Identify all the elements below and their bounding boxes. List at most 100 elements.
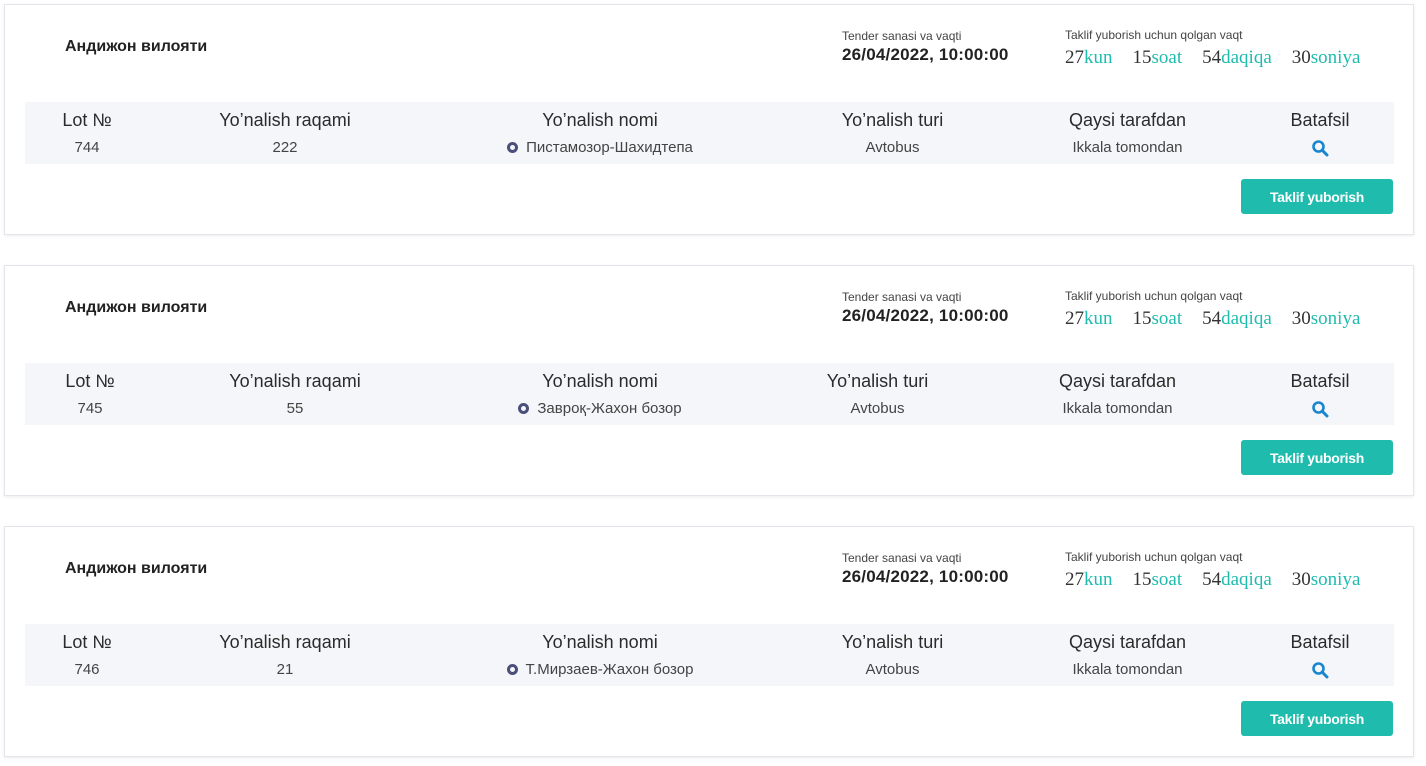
route-name: Пистамозор-Шахидтепа	[526, 139, 693, 156]
route-name: Завроқ-Жахон бозор	[537, 400, 682, 417]
countdown: 27kun 15soat 54daqiqa 30soniya	[1065, 47, 1360, 69]
lot-number: 745	[77, 400, 103, 417]
countdown-seconds: 30soniya	[1291, 47, 1361, 68]
header-lot: Lot №	[62, 110, 112, 130]
tender-date-value: 26/04/2022, 10:00:00	[842, 45, 1009, 64]
tender-date-label: Tender sanasi va vaqti	[842, 551, 962, 565]
countdown-days: 27kun	[1065, 308, 1113, 329]
ring-icon	[507, 142, 519, 153]
search-icon[interactable]	[1311, 139, 1329, 157]
countdown-block: Taklif yuborish uchun qolgan vaqt 27kun …	[1065, 550, 1360, 591]
column-details: Batafsil	[1265, 624, 1375, 686]
countdown-label: Taklif yuborish uchun qolgan vaqt	[1065, 28, 1243, 42]
details-cell	[1265, 661, 1375, 683]
header-route-number: Yo’nalish raqami	[229, 371, 361, 391]
column-route-type: Yo’nalish turi Avtobus	[785, 363, 970, 425]
header-route-number: Yo’nalish raqami	[219, 632, 351, 652]
countdown-hours: 15soat	[1132, 308, 1183, 329]
tender-card: Андижон вилояти Tender sanasi va vaqti 2…	[4, 4, 1414, 235]
countdown-hours: 15soat	[1132, 569, 1183, 590]
direction: Ikkala tomondan	[1072, 139, 1183, 156]
region-title: Андижон вилояти	[65, 560, 208, 577]
ring-icon	[518, 403, 530, 414]
route-name: Т.Мирзаев-Жахон бозор	[525, 661, 694, 678]
tender-date-label: Tender sanasi va vaqti	[842, 29, 962, 43]
lot-table: Lot № 745 Yo’nalish raqami 55 Yo’nalish …	[25, 363, 1394, 425]
tender-card: Андижон вилояти Tender sanasi va vaqti 2…	[4, 526, 1414, 757]
countdown-minutes: 54daqiqa	[1202, 47, 1272, 68]
column-route-name: Yo’nalish nomi Т.Мирзаев-Жахон бозор	[465, 624, 735, 686]
search-icon[interactable]	[1311, 400, 1329, 418]
direction: Ikkala tomondan	[1062, 400, 1173, 417]
header-route-type: Yo’nalish turi	[841, 110, 944, 130]
header-route-name: Yo’nalish nomi	[542, 371, 658, 391]
column-route-type: Yo’nalish turi Avtobus	[800, 624, 985, 686]
column-direction: Qaysi tarafdan Ikkala tomondan	[1025, 363, 1210, 425]
countdown: 27kun 15soat 54daqiqa 30soniya	[1065, 308, 1360, 330]
header-route-type: Yo’nalish turi	[826, 371, 929, 391]
countdown-label: Taklif yuborish uchun qolgan vaqt	[1065, 550, 1243, 564]
column-details: Batafsil	[1265, 363, 1375, 425]
countdown: 27kun 15soat 54daqiqa 30soniya	[1065, 569, 1360, 591]
column-route-number: Yo’nalish raqami 222	[185, 102, 385, 164]
header-details: Batafsil	[1290, 632, 1350, 652]
details-cell	[1265, 400, 1375, 422]
lot-table: Lot № 746 Yo’nalish raqami 21 Yo’nalish …	[25, 624, 1394, 686]
route-name-cell: Завроқ-Жахон бозор	[465, 400, 735, 417]
countdown-label: Taklif yuborish uchun qolgan vaqt	[1065, 289, 1243, 303]
countdown-minutes: 54daqiqa	[1202, 569, 1272, 590]
tender-date-value: 26/04/2022, 10:00:00	[842, 306, 1009, 325]
column-route-type: Yo’nalish turi Avtobus	[800, 102, 985, 164]
route-name-cell: Пистамозор-Шахидтепа	[465, 139, 735, 156]
header-details: Batafsil	[1290, 110, 1350, 130]
countdown-days: 27kun	[1065, 47, 1113, 68]
route-number: 222	[272, 139, 298, 156]
header-lot: Lot №	[62, 632, 112, 652]
route-type: Avtobus	[865, 661, 920, 678]
tender-card: Андижон вилояти Tender sanasi va vaqti 2…	[4, 265, 1414, 496]
details-cell	[1265, 139, 1375, 161]
route-name-cell: Т.Мирзаев-Жахон бозор	[465, 661, 735, 678]
countdown-block: Taklif yuborish uchun qolgan vaqt 27kun …	[1065, 28, 1360, 69]
send-offer-button[interactable]: Taklif yuborish	[1241, 440, 1393, 475]
send-offer-button[interactable]: Taklif yuborish	[1241, 179, 1393, 214]
header-route-name: Yo’nalish nomi	[542, 110, 658, 130]
region-title: Андижон вилояти	[65, 38, 208, 55]
column-route-name: Yo’nalish nomi Завроқ-Жахон бозор	[465, 363, 735, 425]
send-offer-button[interactable]: Taklif yuborish	[1241, 701, 1393, 736]
header-lot: Lot №	[65, 371, 115, 391]
tender-date-value: 26/04/2022, 10:00:00	[842, 567, 1009, 586]
tender-date-block: Tender sanasi va vaqti 26/04/2022, 10:00…	[842, 290, 1009, 326]
header-direction: Qaysi tarafdan	[1068, 632, 1187, 652]
header-direction: Qaysi tarafdan	[1058, 371, 1177, 391]
search-icon[interactable]	[1311, 661, 1329, 679]
lot-number: 744	[74, 139, 100, 156]
lot-table: Lot № 744 Yo’nalish raqami 222 Yo’nalish…	[25, 102, 1394, 164]
tender-date-block: Tender sanasi va vaqti 26/04/2022, 10:00…	[842, 551, 1009, 587]
tender-date-block: Tender sanasi va vaqti 26/04/2022, 10:00…	[842, 29, 1009, 65]
column-lot: Lot № 745	[30, 363, 150, 425]
route-type: Avtobus	[865, 139, 920, 156]
countdown-block: Taklif yuborish uchun qolgan vaqt 27kun …	[1065, 289, 1360, 330]
countdown-seconds: 30soniya	[1291, 569, 1361, 590]
tender-date-label: Tender sanasi va vaqti	[842, 290, 962, 304]
column-direction: Qaysi tarafdan Ikkala tomondan	[1035, 102, 1220, 164]
column-route-number: Yo’nalish raqami 21	[185, 624, 385, 686]
direction: Ikkala tomondan	[1072, 661, 1183, 678]
header-route-type: Yo’nalish turi	[841, 632, 944, 652]
countdown-seconds: 30soniya	[1291, 308, 1361, 329]
region-title: Андижон вилояти	[65, 299, 208, 316]
column-route-number: Yo’nalish raqami 55	[195, 363, 395, 425]
header-details: Batafsil	[1290, 371, 1350, 391]
route-number: 21	[276, 661, 294, 678]
column-direction: Qaysi tarafdan Ikkala tomondan	[1035, 624, 1220, 686]
header-route-name: Yo’nalish nomi	[542, 632, 658, 652]
header-route-number: Yo’nalish raqami	[219, 110, 351, 130]
countdown-hours: 15soat	[1132, 47, 1183, 68]
countdown-minutes: 54daqiqa	[1202, 308, 1272, 329]
header-direction: Qaysi tarafdan	[1068, 110, 1187, 130]
column-details: Batafsil	[1265, 102, 1375, 164]
column-route-name: Yo’nalish nomi Пистамозор-Шахидтепа	[465, 102, 735, 164]
lot-number: 746	[74, 661, 100, 678]
route-number: 55	[286, 400, 304, 417]
